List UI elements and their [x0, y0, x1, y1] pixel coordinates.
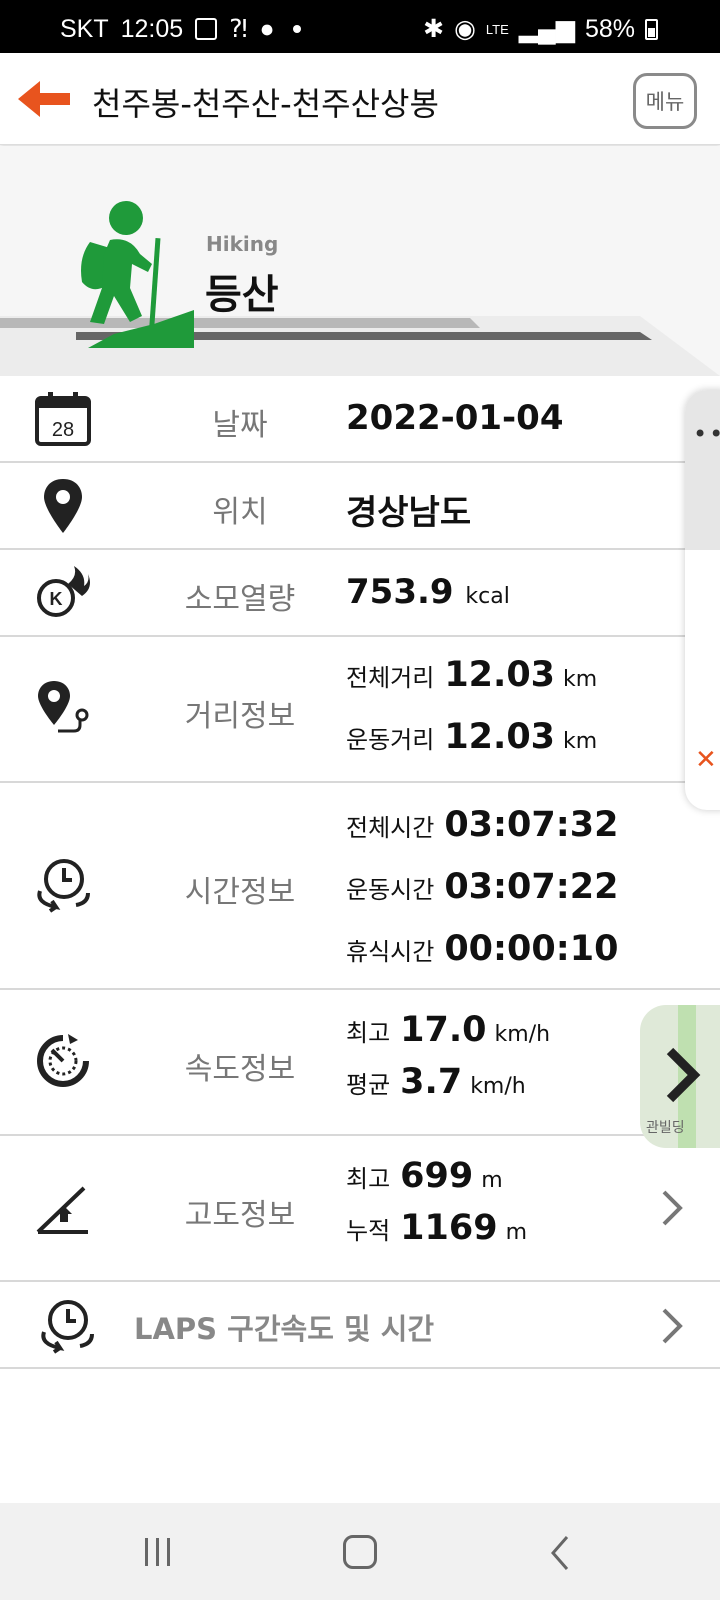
total-distance-unit: km	[563, 667, 598, 692]
clock: 12:05	[120, 14, 184, 43]
total-time-label: 전체시간	[346, 814, 435, 842]
battery-percent: 58%	[584, 14, 635, 43]
max-altitude-value: 699	[400, 1156, 474, 1196]
max-speed-value: 17.0	[400, 1010, 487, 1050]
recent-apps-icon[interactable]	[143, 1536, 173, 1568]
rest-time: 휴식시간 00:00:10	[346, 929, 618, 969]
date-row: 28 날짜 2022-01-04	[0, 376, 720, 463]
moving-time-label: 운동시간	[346, 876, 435, 904]
moving-distance-unit: km	[563, 729, 598, 754]
location-value: 경상남도	[346, 493, 472, 533]
total-distance: 전체거리 12.03 km	[346, 655, 597, 695]
walk-icon: ⁈	[229, 15, 248, 43]
moving-distance-label: 운동거리	[346, 726, 435, 754]
menu-button[interactable]: 메뉴	[633, 73, 697, 129]
max-speed: 최고 17.0 km/h	[346, 1010, 550, 1050]
max-speed-label: 최고	[346, 1019, 391, 1047]
carrier-label: SKT	[60, 14, 109, 43]
calories-row: K 소모열량 753.9 kcal	[0, 550, 720, 637]
cumulative-altitude-value: 1169	[400, 1208, 498, 1248]
calories-unit: kcal	[465, 584, 510, 609]
distance-row: 거리정보 전체거리 12.03 km 운동거리 12.03 km	[0, 637, 720, 783]
altitude-row[interactable]: 고도정보 최고 699 m 누적 1169 m	[0, 1136, 720, 1282]
avg-speed-label: 평균	[346, 1071, 391, 1099]
avg-speed: 평균 3.7 km/h	[346, 1062, 526, 1102]
avg-speed-unit: km/h	[470, 1074, 526, 1099]
avg-speed-value: 3.7	[400, 1062, 463, 1102]
calories-label: 소모열량	[184, 582, 296, 617]
activity-hero: Hiking 등산	[0, 146, 720, 376]
side-drawer-handle[interactable]: •• ✕	[685, 390, 720, 810]
home-icon[interactable]	[343, 1535, 377, 1569]
system-nav-bar	[0, 1503, 720, 1600]
svg-text:28: 28	[52, 419, 74, 441]
calendar-icon: 28	[35, 392, 91, 446]
rest-time-label: 휴식시간	[346, 938, 435, 966]
notification-dot-icon	[292, 25, 301, 33]
chevron-right-icon	[666, 1047, 701, 1103]
lap-clock-icon	[41, 1300, 94, 1354]
battery-icon	[645, 18, 658, 40]
location-row: 위치 경상남도	[0, 463, 720, 550]
chevron-right-icon[interactable]	[660, 1306, 684, 1346]
close-x-icon[interactable]: ✕	[695, 745, 717, 775]
moving-distance: 운동거리 12.03 km	[346, 717, 597, 757]
laps-label: LAPS 구간속도 및 시간	[134, 1312, 435, 1346]
page-title: 천주봉-천주산-천주산상봉	[92, 85, 439, 123]
speed-row: 속도정보 최고 17.0 km/h 평균 3.7 km/h	[0, 990, 720, 1136]
moving-time-value: 03:07:22	[444, 867, 619, 907]
activity-type-ko: 등산	[205, 272, 279, 318]
max-altitude: 최고 699 m	[346, 1156, 503, 1196]
clock-cycle-icon	[37, 859, 90, 913]
distance-label: 거리정보	[184, 699, 296, 734]
back-arrow-icon[interactable]	[14, 77, 74, 121]
max-altitude-unit: m	[481, 1168, 503, 1193]
chevron-right-icon[interactable]	[660, 1188, 684, 1228]
speed-label: 속도정보	[184, 1052, 296, 1087]
laps-row[interactable]: LAPS 구간속도 및 시간	[0, 1282, 720, 1369]
location-label: 위치	[212, 495, 268, 530]
time-row: 시간정보 전체시간 03:07:32 운동시간 03:07:22 휴식시간 00…	[0, 783, 720, 990]
calorie-flame-icon: K	[37, 566, 90, 617]
map-thumbnail[interactable]: 관빌딩	[640, 1005, 720, 1148]
rest-time-value: 00:00:10	[444, 929, 619, 969]
total-time-value: 03:07:32	[444, 805, 619, 845]
total-distance-label: 전체거리	[346, 664, 435, 692]
date-label: 날짜	[212, 408, 268, 443]
calories-number: 753.9	[346, 572, 454, 612]
talk-icon: ●	[259, 14, 275, 43]
cumulative-altitude-unit: m	[505, 1220, 528, 1245]
route-pin-icon	[38, 681, 89, 733]
max-altitude-label: 최고	[346, 1165, 391, 1193]
status-bar: SKT 12:05 ⁈ ● ✱ ◉ LTE ▂▄▆ 58%	[0, 0, 720, 53]
time-label: 시간정보	[184, 875, 296, 910]
gallery-icon	[195, 18, 218, 40]
total-time: 전체시간 03:07:32	[346, 805, 618, 845]
side-drawer-grey	[685, 390, 720, 550]
date-value: 2022-01-04	[346, 398, 564, 438]
app-header: 천주봉-천주산-천주산상봉 메뉴	[0, 53, 720, 145]
network-label: LTE	[485, 21, 509, 37]
calories-value: 753.9 kcal	[346, 572, 510, 612]
cumulative-altitude-label: 누적	[346, 1217, 391, 1245]
svg-text:K: K	[50, 589, 63, 609]
altitude-slope-icon	[36, 1186, 88, 1234]
moving-time: 운동시간 03:07:22	[346, 867, 618, 907]
location-pin-icon	[44, 479, 82, 533]
location-status-icon: ◉	[454, 15, 476, 43]
activity-type-en: Hiking	[206, 232, 279, 256]
moving-distance-value: 12.03	[444, 717, 556, 757]
bluetooth-icon: ✱	[423, 15, 445, 43]
more-dots-icon[interactable]: ••	[693, 420, 720, 448]
cumulative-altitude: 누적 1169 m	[346, 1208, 527, 1248]
total-distance-value: 12.03	[444, 655, 556, 695]
map-text: 관빌딩	[646, 1120, 685, 1136]
speedometer-icon	[37, 1034, 89, 1087]
max-speed-unit: km/h	[494, 1022, 551, 1047]
hiker-icon	[81, 201, 194, 348]
altitude-label: 고도정보	[184, 1198, 296, 1233]
signal-icon: ▂▄▆	[518, 15, 575, 43]
nav-back-icon[interactable]	[549, 1535, 571, 1571]
